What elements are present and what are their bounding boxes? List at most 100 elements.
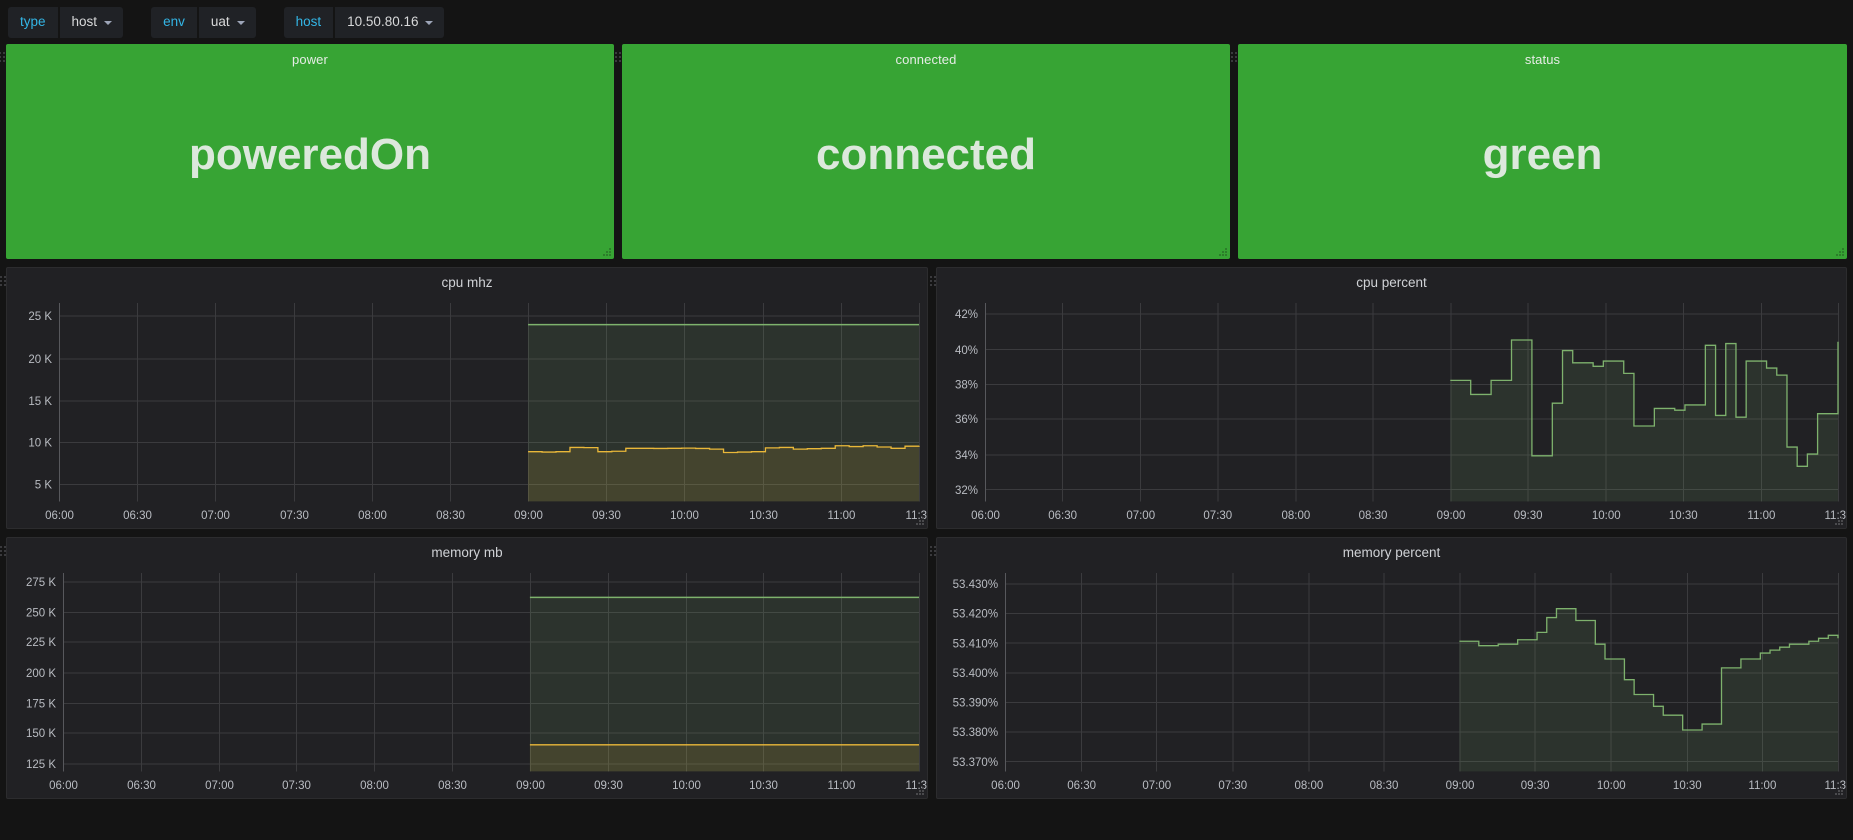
svg-text:36%: 36% [955, 413, 978, 426]
svg-text:08:30: 08:30 [1359, 509, 1388, 522]
svg-text:08:00: 08:00 [358, 509, 387, 522]
drag-handle-icon[interactable] [0, 52, 5, 68]
stat-panel-connected[interactable]: connected connected [615, 44, 1230, 259]
svg-text:250 K: 250 K [26, 606, 56, 619]
drag-handle-icon[interactable] [930, 276, 936, 292]
svg-text:53.400%: 53.400% [953, 667, 998, 680]
svg-text:08:30: 08:30 [438, 779, 467, 792]
chevron-down-icon [236, 20, 245, 25]
resize-handle-icon[interactable] [1217, 246, 1227, 256]
resize-handle-icon[interactable] [1834, 246, 1844, 256]
svg-text:275 K: 275 K [26, 576, 56, 589]
svg-text:11:00: 11:00 [1747, 509, 1775, 522]
drag-handle-icon[interactable] [1231, 52, 1237, 68]
resize-handle-icon[interactable] [601, 246, 611, 256]
svg-text:06:30: 06:30 [123, 509, 152, 522]
svg-text:09:30: 09:30 [1521, 779, 1550, 792]
stat-panel-power[interactable]: power poweredOn [0, 44, 614, 259]
graph-plot-cpu-mhz[interactable]: 25 K 20 K 15 K 10 K 5 K 06:00 06:30 07:00 07:30 0… [7, 295, 927, 528]
svg-text:10:30: 10:30 [1669, 509, 1698, 522]
svg-text:08:00: 08:00 [1281, 509, 1310, 522]
svg-text:10:00: 10:00 [1597, 779, 1626, 792]
svg-text:11:00: 11:00 [828, 779, 856, 792]
drag-handle-icon[interactable] [0, 276, 6, 292]
variable-env-label: env [151, 6, 197, 38]
svg-text:15 K: 15 K [28, 395, 52, 408]
variable-type-label: type [8, 6, 58, 38]
graph-panel-memory-percent[interactable]: memory percent 53.430% 53.420% 53.410% 53.4… [930, 537, 1847, 799]
svg-text:53.390%: 53.390% [953, 696, 998, 709]
svg-text:06:00: 06:00 [991, 779, 1020, 792]
resize-handle-icon[interactable] [1833, 515, 1843, 525]
svg-text:34%: 34% [955, 449, 978, 462]
drag-handle-icon[interactable] [0, 546, 6, 562]
svg-text:125 K: 125 K [26, 758, 56, 771]
variable-env-value[interactable]: uat [198, 6, 256, 38]
drag-handle-icon[interactable] [615, 52, 621, 68]
graph-panel-cpu-mhz[interactable]: cpu mhz 25 K 20 K 15 K 10 K 5 K 06:00 06:30 07:… [0, 267, 928, 529]
resize-handle-icon[interactable] [914, 785, 924, 795]
svg-text:11:00: 11:00 [1748, 779, 1776, 792]
svg-text:06:00: 06:00 [45, 509, 74, 522]
variable-host-value[interactable]: 10.50.80.16 [335, 6, 445, 38]
svg-text:10:30: 10:30 [749, 779, 778, 792]
svg-text:08:00: 08:00 [1295, 779, 1324, 792]
svg-text:07:00: 07:00 [201, 509, 230, 522]
svg-text:09:30: 09:30 [1514, 509, 1543, 522]
variable-host-value-text: 10.50.80.16 [347, 13, 419, 29]
svg-text:53.370%: 53.370% [953, 756, 998, 769]
svg-text:42%: 42% [955, 308, 978, 321]
drag-handle-icon[interactable] [930, 546, 936, 562]
stat-panel-status[interactable]: status green [1231, 44, 1847, 259]
resize-handle-icon[interactable] [914, 515, 924, 525]
svg-text:06:30: 06:30 [1067, 779, 1096, 792]
template-variable-bar: type host env uat host 10.50.80.16 [0, 0, 1853, 44]
graph-panel-cpu-percent[interactable]: cpu percent 42% 40% 38% 36% 34% 32% 06:00 06:30… [930, 267, 1847, 529]
graph-title-memory-mb: memory mb [431, 545, 503, 560]
stat-value-connected: connected [815, 130, 1037, 179]
variable-host-label: host [283, 6, 334, 38]
svg-text:07:30: 07:30 [1203, 509, 1232, 522]
svg-text:10:00: 10:00 [672, 779, 701, 792]
variable-type-value[interactable]: host [59, 6, 124, 38]
svg-text:10 K: 10 K [28, 437, 52, 450]
variable-type-value-text: host [71, 13, 98, 29]
svg-text:09:30: 09:30 [594, 779, 623, 792]
svg-text:06:30: 06:30 [1048, 509, 1077, 522]
svg-text:11:00: 11:00 [828, 509, 856, 522]
graph-panel-memory-mb[interactable]: memory mb 275 K 250 K 225 K 200 K 175 K 150 K… [0, 537, 928, 799]
svg-text:08:00: 08:00 [360, 779, 389, 792]
svg-text:25 K: 25 K [28, 310, 52, 323]
svg-text:10:30: 10:30 [1673, 779, 1702, 792]
resize-handle-icon[interactable] [1833, 785, 1843, 795]
svg-text:53.430%: 53.430% [953, 578, 998, 591]
variable-env: env uat [151, 6, 256, 38]
chevron-down-icon [425, 20, 434, 25]
svg-text:06:00: 06:00 [49, 779, 78, 792]
svg-text:07:00: 07:00 [205, 779, 234, 792]
graph-title-memory-percent: memory percent [1342, 545, 1441, 560]
svg-text:06:00: 06:00 [971, 509, 1000, 522]
svg-text:53.420%: 53.420% [953, 608, 998, 621]
svg-text:07:30: 07:30 [282, 779, 311, 792]
svg-text:150 K: 150 K [26, 727, 56, 740]
svg-text:53.410%: 53.410% [953, 637, 998, 650]
graph-title-cpu-mhz: cpu mhz [441, 275, 493, 290]
svg-text:08:30: 08:30 [1370, 779, 1399, 792]
svg-text:06:30: 06:30 [127, 779, 156, 792]
svg-text:09:00: 09:00 [514, 509, 543, 522]
stat-panel-row: power poweredOn connected connected stat… [0, 44, 1853, 259]
svg-text:32%: 32% [955, 484, 978, 497]
graph-plot-memory-mb[interactable]: 275 K 250 K 225 K 200 K 175 K 150 K 125 K 06:00… [7, 565, 927, 798]
stat-value-power: poweredOn [188, 130, 432, 179]
graph-title-cpu-percent: cpu percent [1356, 275, 1427, 290]
svg-text:07:00: 07:00 [1142, 779, 1171, 792]
svg-text:10:00: 10:00 [670, 509, 699, 522]
chevron-down-icon [104, 20, 113, 25]
svg-text:5 K: 5 K [35, 479, 52, 492]
graph-plot-memory-percent[interactable]: 53.430% 53.420% 53.410% 53.400% 53.390% 53.38… [937, 565, 1846, 798]
graph-plot-cpu-percent[interactable]: 42% 40% 38% 36% 34% 32% 06:00 06:30 07:00 07:30 08… [937, 295, 1846, 528]
svg-text:07:30: 07:30 [1218, 779, 1247, 792]
svg-text:40%: 40% [955, 344, 978, 357]
svg-text:08:30: 08:30 [436, 509, 465, 522]
